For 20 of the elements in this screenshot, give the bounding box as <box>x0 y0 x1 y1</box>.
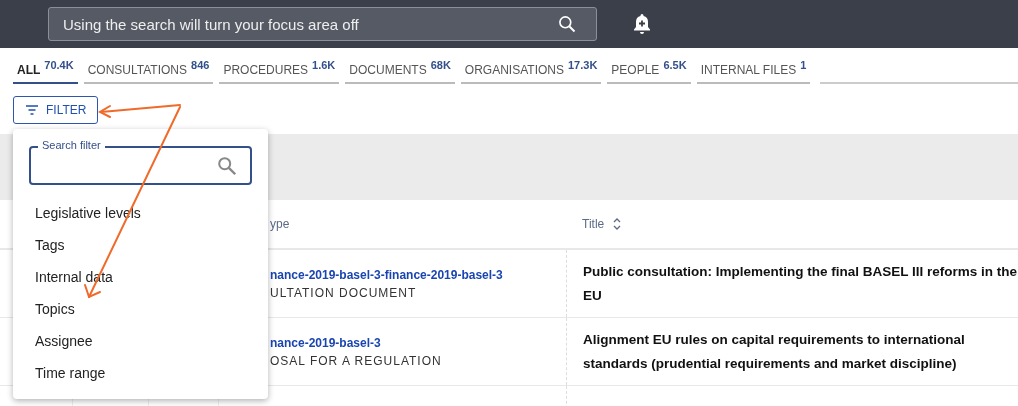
column-header[interactable]: Title <box>582 217 605 231</box>
document-link[interactable]: nance-2019-basel-3-finance-2019-basel-3 <box>270 267 566 282</box>
column-header[interactable]: ype <box>270 217 290 231</box>
field-label: Search filter <box>38 138 105 152</box>
menu-item[interactable]: Topics <box>29 293 252 325</box>
menu-item[interactable]: Time range <box>29 357 252 389</box>
document-link[interactable]: nance-2019-basel-3 <box>270 335 566 350</box>
search-icon[interactable] <box>557 14 577 34</box>
document-title: Public consultation: Implementing the final BASEL III reforms in the EU <box>583 262 1018 305</box>
document-type: OSAL FOR A REGULATION <box>270 353 443 368</box>
filter-button[interactable]: FILTER <box>13 96 99 124</box>
sort-icon[interactable] <box>613 218 622 230</box>
search-field[interactable]: Using the search will turn your focus area off <box>48 7 597 41</box>
document-type: ULTATION DOCUMENT <box>270 285 418 300</box>
search-icon[interactable] <box>216 155 238 177</box>
menu-item[interactable]: Assignee <box>29 325 252 357</box>
filter-icon <box>25 104 39 116</box>
menu-item[interactable]: Tags <box>29 229 252 261</box>
bell-plus-icon[interactable] <box>632 13 652 35</box>
document-title: Alignment EU rules on capital requirements to international standards (prudential requirements and market discipline) <box>583 330 966 373</box>
